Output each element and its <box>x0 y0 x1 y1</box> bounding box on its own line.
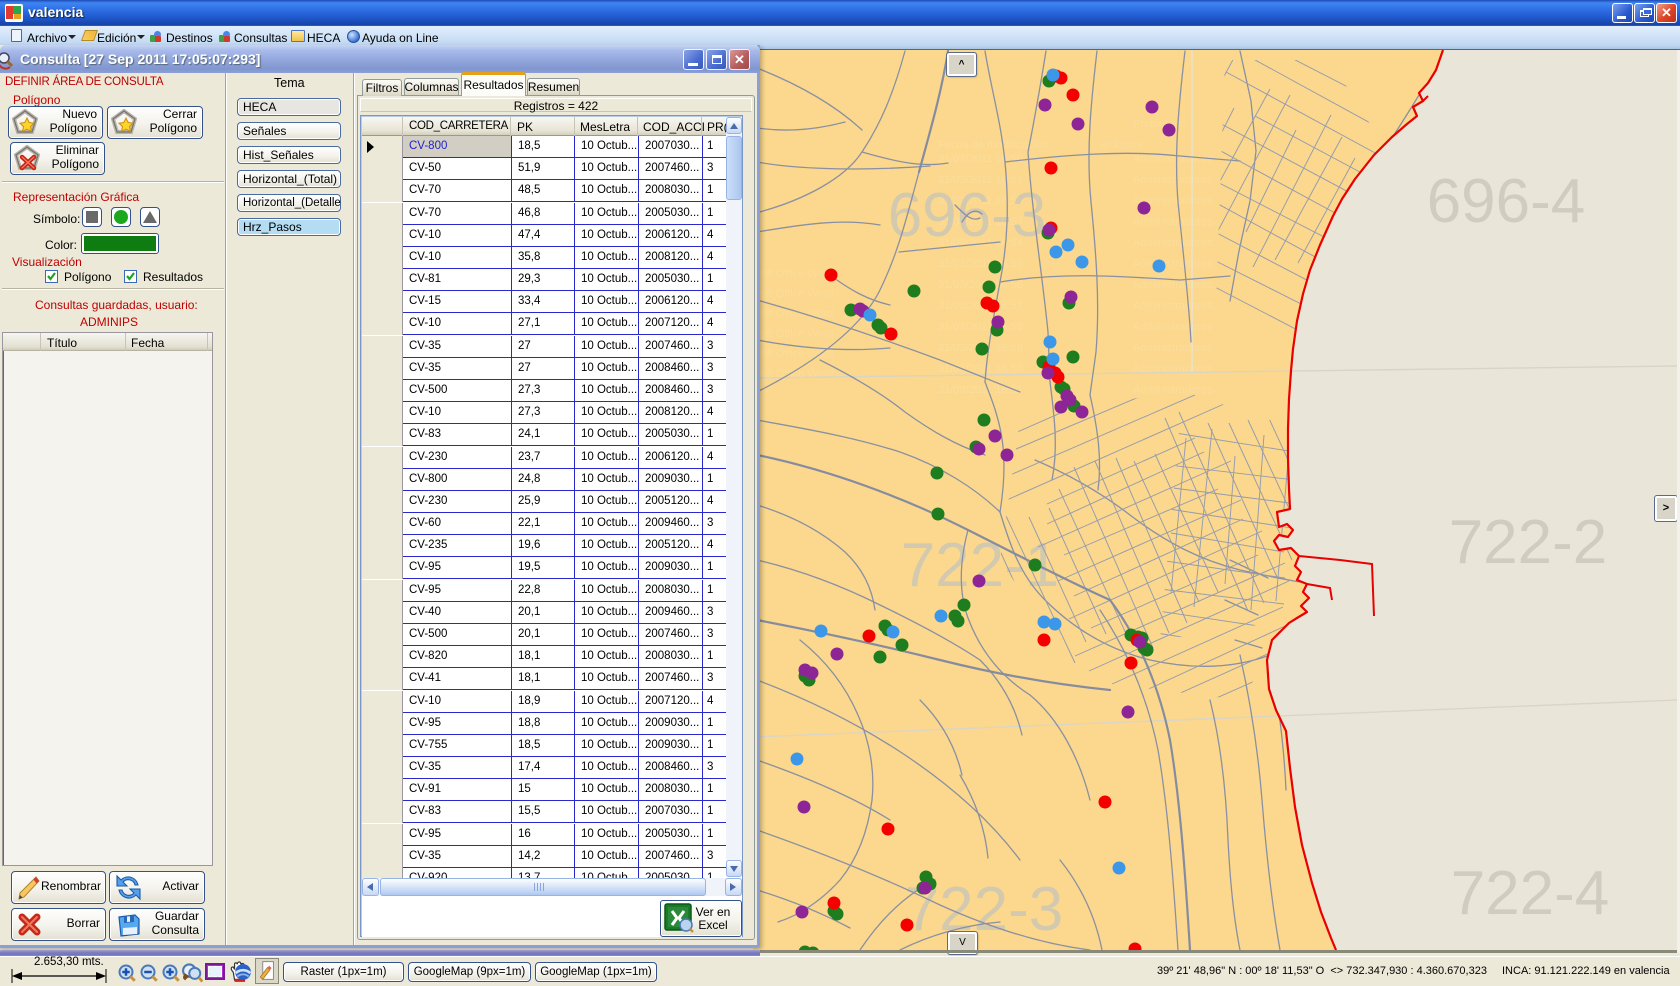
svg-text:Administradores: Administradores <box>1133 384 1213 396</box>
svg-text:31/03/2011 16:55: 31/03/2011 16:55 <box>938 258 1023 270</box>
svg-text:Administradores: Administradores <box>1133 216 1213 228</box>
svg-text:Administradores: Administradores <box>1133 174 1213 186</box>
svg-text:soft Office Word: soft Office Word <box>755 288 833 300</box>
svg-text:Fecha de modificación: Fecha de modificación <box>938 139 1048 151</box>
svg-text:Administradores: Administradores <box>1133 342 1213 354</box>
svg-text:Administradores: Administradores <box>1133 258 1213 270</box>
svg-text:soft Office Word: soft Office Word <box>755 328 833 340</box>
svg-text:soft Office Word: soft Office Word <box>755 308 833 320</box>
svg-text:Administradores: Administradores <box>1133 321 1213 333</box>
svg-text:Administradores: Administradores <box>1133 363 1213 375</box>
svg-text:soft Office Word: soft Office Word <box>755 368 833 380</box>
svg-text:722-4: 722-4 <box>1451 859 1610 928</box>
svg-text:atributos: atributos <box>1100 139 1143 151</box>
svg-text:31/03/2011 16:57: 31/03/2011 16:57 <box>938 300 1023 312</box>
svg-text:31/03/2011 16:58: 31/03/2011 16:58 <box>938 321 1023 333</box>
svg-text:Administradores: Administradores <box>1133 300 1213 312</box>
svg-text:722-2: 722-2 <box>1449 508 1608 577</box>
svg-text:Administradores: Administradores <box>1133 279 1213 291</box>
svg-text:31/03/2011 16:51: 31/03/2011 16:51 <box>938 384 1023 396</box>
svg-text:696-4: 696-4 <box>1427 167 1586 236</box>
svg-text:Administradores: Administradores <box>1133 237 1213 249</box>
svg-text:soft Office Word: soft Office Word <box>755 268 833 280</box>
svg-text:31/03/2011 16:50: 31/03/2011 16:50 <box>938 153 1023 165</box>
svg-text:soft Office Word: soft Office Word <box>755 348 833 360</box>
